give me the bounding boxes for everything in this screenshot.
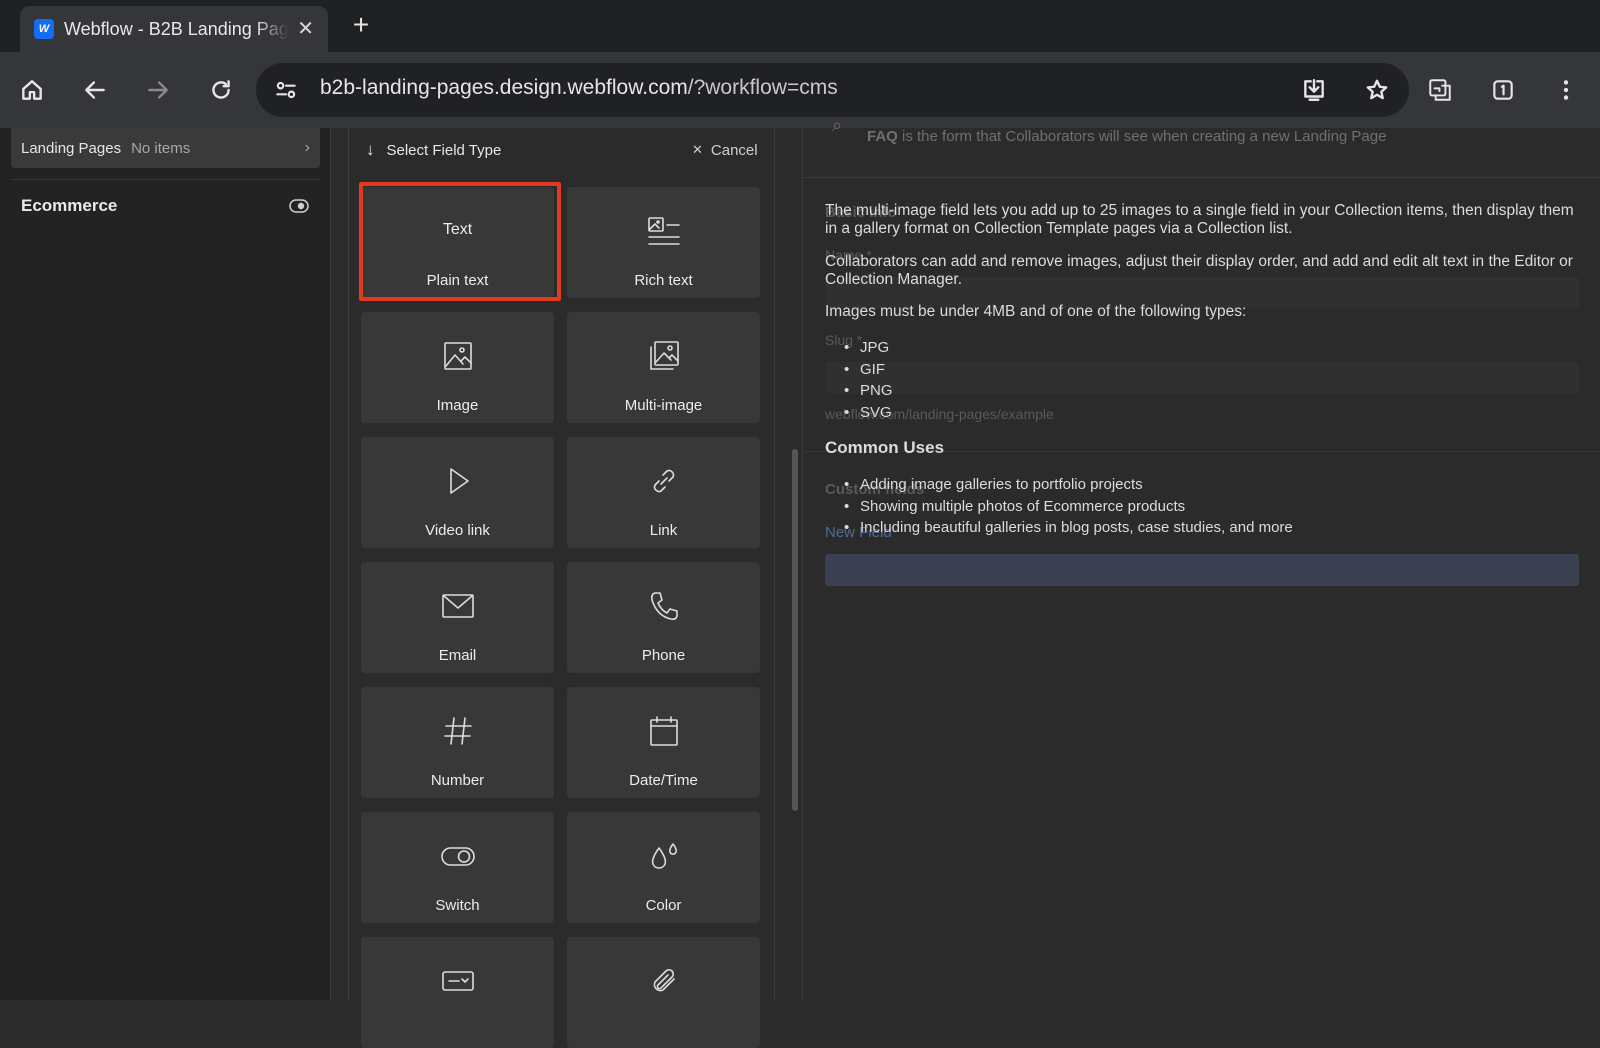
reload-icon[interactable] xyxy=(203,72,239,108)
toggle-icon xyxy=(440,836,475,876)
back-arrow-icon[interactable] xyxy=(77,72,113,108)
tile-label: Switch xyxy=(435,897,480,914)
field-type-rich-text[interactable]: Rich text xyxy=(567,187,760,298)
list-item: JPG xyxy=(844,337,893,359)
arrow-down-icon: ↓ xyxy=(366,140,375,159)
field-type-file[interactable] xyxy=(567,937,760,1048)
paperclip-icon xyxy=(647,961,681,1001)
field-type-video-link[interactable]: Video link xyxy=(361,437,554,548)
tile-label: Image xyxy=(436,397,479,414)
field-type-date-time[interactable]: Date/Time xyxy=(567,687,760,798)
magnifier-icon: ⌕ xyxy=(832,115,843,135)
list-item: Adding image galleries to portfolio proj… xyxy=(844,474,1293,496)
browser-tab[interactable]: W Webflow - B2B Landing Pages ✕ xyxy=(20,6,328,52)
tile-label: Phone xyxy=(641,647,686,664)
url-host: b2b-landing-pages.design.webflow.com xyxy=(320,76,688,99)
list-item: GIF xyxy=(844,359,893,381)
cancel-label: Cancel xyxy=(710,141,758,159)
multi-image-icon xyxy=(647,336,681,376)
list-item: SVG xyxy=(844,402,893,424)
common-uses-heading: Common Uses xyxy=(825,438,945,457)
eye-toggle-icon[interactable] xyxy=(289,198,309,214)
text-icon: Text xyxy=(442,221,473,238)
field-type-email[interactable]: Email xyxy=(361,562,554,673)
image-icon xyxy=(441,336,475,376)
list-item: Showing multiple photos of Ecommerce pro… xyxy=(844,496,1293,518)
collection-item-landing-pages[interactable]: Landing Pages No items › xyxy=(11,128,320,168)
tab-count-icon[interactable] xyxy=(1485,72,1521,108)
slug-input[interactable] xyxy=(825,362,1579,393)
tab-close-icon[interactable]: ✕ xyxy=(297,19,314,39)
site-settings-icon[interactable] xyxy=(268,72,304,108)
tile-label: Multi-image xyxy=(624,397,703,414)
tab-title: Webflow - B2B Landing Pages xyxy=(64,18,290,39)
common-uses-list: Adding image galleries to portfolio proj… xyxy=(844,474,1293,539)
field-type-plain-text[interactable]: Text Plain text xyxy=(361,187,554,298)
description-paragraph-1: The multi-image field lets you add up to… xyxy=(825,202,1574,237)
sidebar-divider xyxy=(11,179,320,180)
field-type-image[interactable]: Image xyxy=(361,312,554,423)
tile-label: Plain text xyxy=(426,272,489,289)
tile-label: Rich text xyxy=(634,272,693,289)
play-icon xyxy=(441,461,475,501)
file-types-list: JPG GIF PNG SVG xyxy=(844,337,893,424)
tile-label: Color xyxy=(645,897,682,914)
phone-icon xyxy=(647,586,681,626)
field-type-number[interactable]: Number xyxy=(361,687,554,798)
translate-icon[interactable] xyxy=(1422,72,1458,108)
field-type-switch[interactable]: Switch xyxy=(361,812,554,923)
sidebar-section-ecommerce[interactable]: Ecommerce xyxy=(21,196,117,216)
webflow-favicon-icon: W xyxy=(34,19,54,39)
calendar-icon xyxy=(647,711,681,751)
droplets-icon xyxy=(647,836,681,876)
field-type-color[interactable]: Color xyxy=(567,812,760,923)
dropdown-icon xyxy=(441,961,475,1001)
tile-label: Video link xyxy=(425,522,490,539)
form-note-strong: FAQ xyxy=(867,128,898,145)
more-menu-icon[interactable] xyxy=(1548,72,1584,108)
description-paragraph-3: Images must be under 4MB and of one of t… xyxy=(825,303,1247,320)
field-type-option[interactable] xyxy=(361,937,554,1048)
tile-label: Link xyxy=(649,522,678,539)
close-icon: ✕ xyxy=(692,142,703,157)
form-note-text: is the form that Collaborators will see … xyxy=(897,128,1387,145)
field-type-multi-image[interactable]: Multi-image xyxy=(567,312,760,423)
hash-icon xyxy=(441,711,475,751)
list-item: Including beautiful galleries in blog po… xyxy=(844,517,1293,539)
new-tab-button[interactable]: + xyxy=(346,10,376,40)
url-path: /?workflow=cms xyxy=(687,76,838,99)
bookmark-star-icon[interactable] xyxy=(1359,72,1395,108)
new-field-button[interactable] xyxy=(825,554,1579,586)
install-app-icon[interactable] xyxy=(1296,72,1332,108)
list-item: PNG xyxy=(844,380,892,402)
panel-scrollbar[interactable] xyxy=(792,449,798,811)
cancel-button[interactable]: ✕ Cancel xyxy=(692,138,758,162)
description-paragraph-2: Collaborators can add and remove images,… xyxy=(825,253,1573,288)
form-note: FAQ is the form that Collaborators will … xyxy=(867,128,1386,145)
tile-label: Email xyxy=(438,647,477,664)
forward-arrow-icon[interactable] xyxy=(140,72,176,108)
cms-sidebar xyxy=(0,128,331,1000)
home-icon[interactable] xyxy=(14,72,50,108)
envelope-icon xyxy=(441,586,475,626)
tile-label: Number xyxy=(430,772,485,789)
tile-label: Date/Time xyxy=(629,772,698,789)
url-text[interactable]: b2b-landing-pages.design.webflow.com/?wo… xyxy=(320,76,838,100)
field-type-link[interactable]: Link xyxy=(567,437,760,548)
field-type-phone[interactable]: Phone xyxy=(567,562,760,673)
panel-header: ↓ Select Field Type xyxy=(366,138,501,162)
panel-title: Select Field Type xyxy=(386,141,502,159)
rich-text-icon xyxy=(647,211,681,251)
collection-name: Landing Pages xyxy=(21,139,122,157)
chevron-right-icon: › xyxy=(304,139,310,156)
link-icon xyxy=(647,461,681,501)
collection-count: No items xyxy=(131,139,191,157)
